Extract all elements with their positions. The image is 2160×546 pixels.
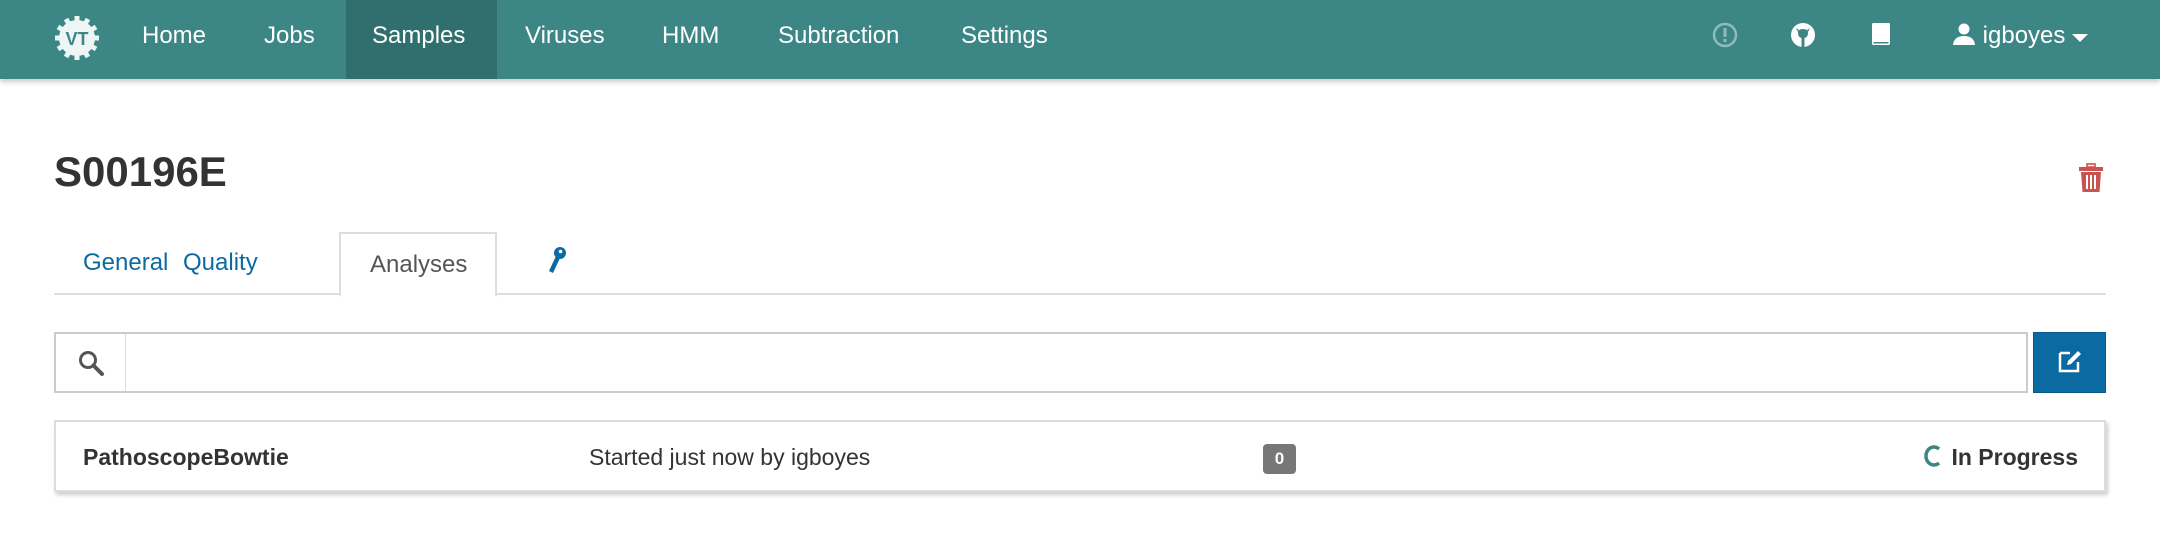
user-menu[interactable]: igboyes	[1952, 0, 2089, 72]
svg-text:VT: VT	[65, 29, 88, 49]
username: igboyes	[1982, 22, 2066, 49]
analysis-list-item[interactable]: PathoscopeBowtie Started just now by igb…	[54, 420, 2106, 492]
nav-samples[interactable]: Samples	[346, 0, 497, 79]
page-title: S00196E	[54, 148, 227, 195]
nav-jobs[interactable]: Jobs	[238, 0, 341, 79]
search-input[interactable]	[128, 334, 2024, 391]
nav-hmm[interactable]: HMM	[636, 0, 745, 79]
key-icon	[549, 247, 566, 273]
exclamation-circle-icon[interactable]	[1710, 20, 1740, 50]
tab-analyses[interactable]: Analyses	[339, 232, 497, 297]
analysis-count-badge: 0	[1263, 444, 1296, 474]
nav-home[interactable]: Home	[116, 0, 232, 79]
github-icon[interactable]	[1788, 20, 1818, 50]
sample-tabs: General Quality Analyses	[54, 232, 2106, 297]
caret-down-icon	[2072, 34, 2089, 42]
search-icon	[79, 351, 104, 376]
analyses-search	[54, 332, 2028, 393]
nav-subtraction[interactable]: Subtraction	[752, 0, 925, 79]
virtool-logo-icon[interactable]: VT	[55, 16, 99, 60]
pencil-square-icon	[2058, 351, 2081, 373]
analysis-started: Started just now by igboyes	[589, 444, 871, 470]
analysis-status-label: In Progress	[1951, 444, 2078, 470]
analysis-status: In Progress	[1923, 444, 2078, 471]
spinner-icon	[1924, 445, 1941, 467]
top-navbar: VT Home Jobs Samples Viruses HMM Subtrac…	[0, 0, 2160, 79]
user-icon	[1953, 23, 1975, 45]
nav-settings[interactable]: Settings	[935, 0, 1074, 79]
search-addon	[56, 334, 126, 391]
tab-quality[interactable]: Quality	[154, 232, 287, 295]
tab-rights[interactable]	[517, 232, 597, 295]
create-analysis-button[interactable]	[2033, 332, 2106, 393]
trash-icon[interactable]	[2078, 163, 2104, 193]
analysis-algorithm: PathoscopeBowtie	[83, 444, 289, 470]
book-icon[interactable]	[1866, 20, 1896, 50]
nav-viruses[interactable]: Viruses	[499, 0, 631, 79]
